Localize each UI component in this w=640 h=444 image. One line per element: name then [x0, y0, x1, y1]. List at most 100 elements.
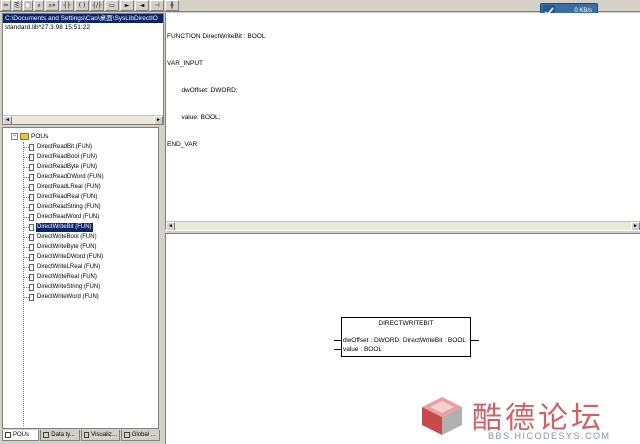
function-block-name: DIRECTWRITEBIT [378, 320, 434, 327]
visualization-tab-icon [83, 432, 90, 438]
tree-item[interactable]: DirectReadReal (FUN) [23, 192, 160, 202]
tree-root-pous[interactable]: − POUs [11, 132, 48, 141]
tree-item-label: DirectWriteWord (FUN) [37, 293, 99, 300]
scroll-right-icon[interactable]: ► [154, 115, 163, 124]
scroll-left-icon[interactable]: ◄ [166, 221, 175, 230]
tab-datatype[interactable]: Data ty... [40, 430, 80, 441]
tree-item[interactable]: DirectReadBool (FUN) [23, 152, 160, 162]
tree-item-label: DirectWriteBit (FUN) [36, 222, 93, 232]
tree-item[interactable]: DirectReadByte (FUN) [23, 162, 160, 172]
find-next-icon[interactable]: ⌕» [45, 0, 59, 11]
tree-item[interactable]: DirectWriteLReal (FUN) [23, 262, 160, 272]
tree-item[interactable]: DirectReadLReal (FUN) [23, 182, 160, 192]
tree-root-label: POUs [31, 133, 49, 140]
declaration-line[interactable]: dwOffset: DWORD; [167, 86, 265, 95]
datatype-tab-icon [43, 432, 50, 438]
pou-function-icon [29, 143, 34, 151]
copy-icon[interactable]: ⎘ [12, 0, 22, 11]
network-box-icon[interactable]: ▭ [105, 0, 119, 11]
declaration-hscrollbar[interactable]: ◄ ► [166, 221, 640, 230]
tree-item-label: DirectWriteBool (FUN) [37, 233, 97, 240]
pou-function-icon [29, 273, 34, 281]
pou-function-icon [29, 183, 34, 191]
tree-item-label: DirectWriteLReal (FUN) [37, 263, 101, 270]
tab-label: Global ... [131, 432, 156, 438]
library-path[interactable]: C:\Documents and Settings\Cao\桌面\SysLibD… [3, 14, 163, 23]
library-hscrollbar[interactable]: ◄ ► [3, 115, 163, 124]
fb-input-dwoffset: dwOffset : DWORD [343, 337, 400, 344]
library-entry[interactable]: standard.lib*27.3.98 15:51:22 [3, 23, 163, 32]
network-negate-icon[interactable]: ⊣ [150, 0, 164, 11]
network-parallel-icon[interactable]: ╫ [165, 0, 179, 11]
pou-function-icon [29, 233, 34, 241]
tree-item[interactable]: DirectWriteBool (FUN) [23, 232, 160, 242]
fb-input-line [334, 349, 342, 350]
collapse-icon[interactable]: − [11, 133, 18, 140]
scroll-right-icon[interactable]: ► [631, 221, 640, 230]
declaration-editor[interactable]: FUNCTION DirectWriteBit : BOOL VAR_INPUT… [165, 13, 640, 230]
function-block[interactable]: DIRECTWRITEBIT dwOffset : DWORD DirectWr… [341, 317, 471, 357]
tree-item-label: DirectWriteString (FUN) [37, 283, 101, 290]
pou-function-icon [29, 253, 34, 261]
fb-output: DirectWriteBit : BOOL [402, 337, 466, 344]
pou-function-icon [29, 203, 34, 211]
find-icon[interactable]: ⌕ [34, 0, 44, 11]
tree-item[interactable]: DirectWriteWord (FUN) [23, 292, 160, 302]
tree-item[interactable]: DirectWriteDWord (FUN) [23, 252, 160, 262]
tree-item-label: DirectWriteReal (FUN) [37, 273, 97, 280]
tree-item-label: DirectReadBit (FUN) [37, 143, 93, 150]
pou-function-icon [29, 243, 34, 251]
tab-global[interactable]: Global ... [120, 430, 160, 441]
global-tab-icon [123, 432, 130, 438]
tree-item[interactable]: DirectWriteBit (FUN) [23, 222, 160, 232]
network-contact-icon[interactable]: ┤/├ [90, 0, 104, 11]
pou-function-icon [29, 163, 34, 171]
declaration-line[interactable]: END_VAR [167, 140, 265, 149]
tree-item[interactable]: DirectWriteByte (FUN) [23, 242, 160, 252]
tab-label: POUs [13, 432, 30, 438]
network-jump-icon[interactable]: ► [120, 0, 134, 11]
tree-item-label: DirectReadWord (FUN) [37, 213, 100, 220]
scroll-left-icon[interactable]: ◄ [3, 115, 12, 124]
tab-visualization[interactable]: Visualiz... [80, 430, 120, 441]
declaration-line[interactable]: value: BOOL; [167, 113, 265, 122]
pou-function-icon [29, 293, 34, 301]
tab-label: Data ty... [51, 432, 75, 438]
declaration-line[interactable]: VAR_INPUT [167, 59, 265, 68]
fb-input-line [334, 340, 342, 341]
tree-item-label: DirectReadDWord (FUN) [37, 173, 104, 180]
library-manager-pane[interactable]: C:\Documents and Settings\Cao\桌面\SysLibD… [2, 13, 164, 125]
forum-watermark: 酷德论坛 BBS.HICODESYS.COM [420, 393, 640, 441]
cube-logo-icon [422, 397, 462, 435]
pou-function-icon [29, 213, 34, 221]
fb-input-value: value : BOOL [343, 346, 383, 353]
tree-item[interactable]: DirectWriteString (FUN) [23, 282, 160, 292]
tree-item[interactable]: DirectReadString (FUN) [23, 202, 160, 212]
tree-item[interactable]: DirectReadDWord (FUN) [23, 172, 160, 182]
tree-item-label: DirectWriteByte (FUN) [37, 243, 97, 250]
pou-function-icon [29, 283, 34, 291]
paste-icon[interactable]: 📋 [23, 0, 33, 11]
pou-function-icon [29, 263, 34, 271]
fb-output-line [471, 340, 479, 341]
tree-item-label: DirectWriteDWord (FUN) [37, 253, 104, 260]
folder-icon [20, 133, 29, 140]
pou-function-icon [29, 193, 34, 201]
network-input-icon[interactable]: ┤├ [60, 0, 74, 11]
tree-item-label: DirectReadBool (FUN) [37, 153, 98, 160]
object-tabs: POUs Data ty... Visualiz... Global ... [2, 430, 160, 441]
pou-tab-icon [5, 432, 11, 438]
tree-item[interactable]: DirectReadWord (FUN) [23, 212, 160, 222]
network-coil-icon[interactable]: ( ) [75, 0, 89, 11]
tab-label: Visualiz... [91, 432, 117, 438]
watermark-url-text: BBS.HICODESYS.COM [488, 431, 611, 441]
pou-function-icon [29, 153, 34, 161]
declaration-line[interactable]: FUNCTION DirectWriteBit : BOOL [167, 32, 265, 41]
pou-tree[interactable]: − POUs DirectReadBit (FUN) DirectReadBool… [2, 127, 159, 429]
tab-pou[interactable]: POUs [2, 430, 40, 441]
tree-item-label: DirectReadReal (FUN) [37, 193, 98, 200]
network-return-icon[interactable]: ◄ [135, 0, 149, 11]
cut-icon[interactable]: ✂ [1, 0, 11, 11]
tree-item[interactable]: DirectReadBit (FUN) [23, 142, 160, 152]
tree-item[interactable]: DirectWriteReal (FUN) [23, 272, 160, 282]
